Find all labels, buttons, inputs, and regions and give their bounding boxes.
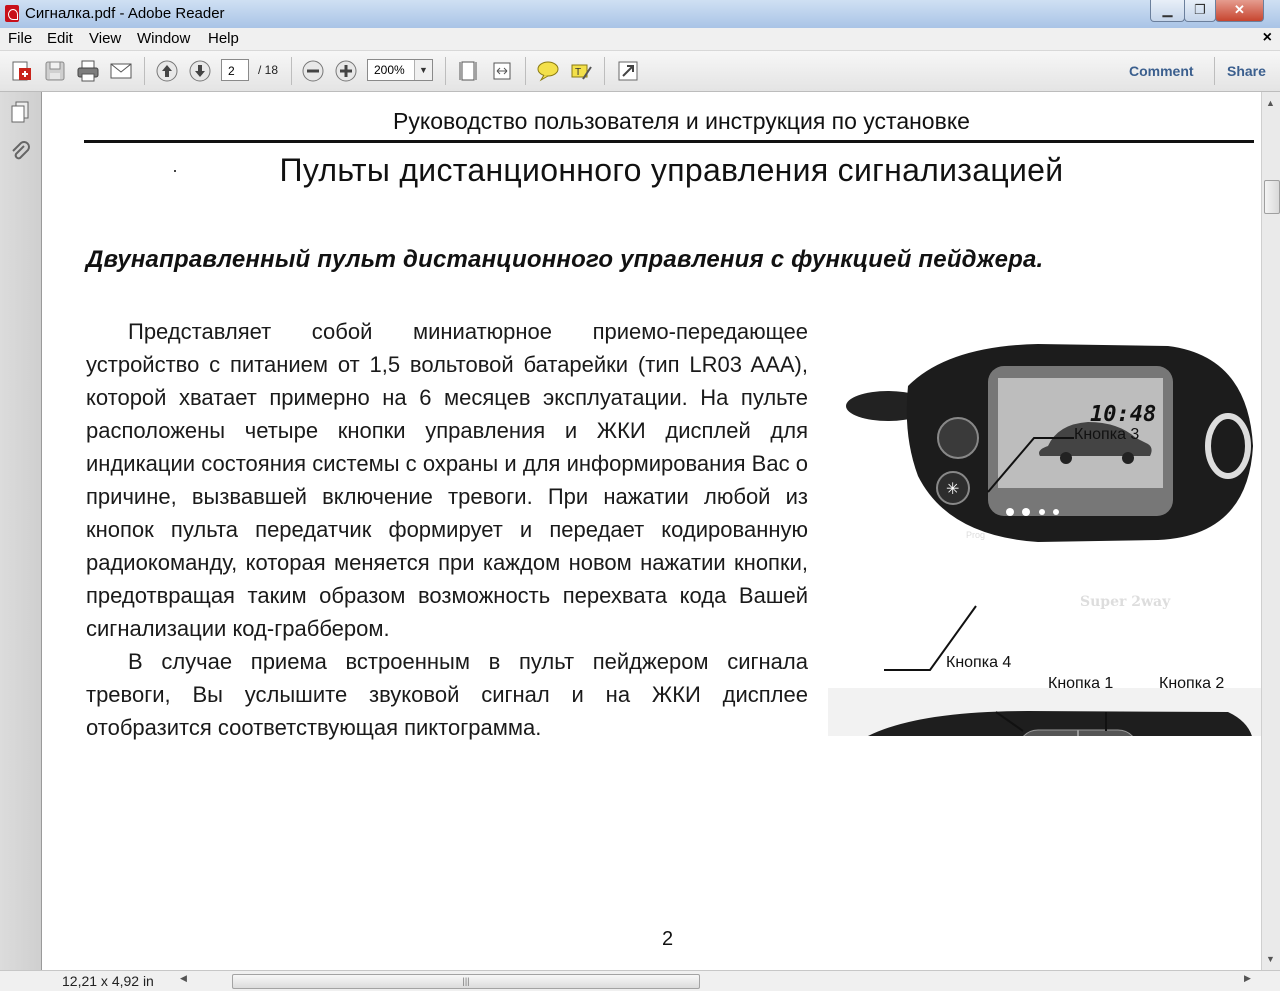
page-number: 2 — [662, 928, 674, 950]
toolbar-separator — [525, 57, 526, 85]
sticky-note-icon[interactable] — [536, 59, 560, 83]
menu-bar: File Edit View Window Help × — [0, 28, 1280, 51]
body-text: Представляет собой миниатюрное приемо-пе… — [86, 315, 808, 744]
create-pdf-icon[interactable] — [9, 59, 33, 83]
document-header: Руководство пользователя и инструкция по… — [393, 108, 970, 134]
svg-text:✳: ✳ — [946, 479, 959, 498]
zoom-select[interactable]: 200% ▼ — [367, 59, 433, 81]
prev-page-icon[interactable] — [155, 59, 179, 83]
close-document-button[interactable]: × — [1263, 29, 1272, 47]
save-icon[interactable] — [43, 59, 67, 83]
horizontal-scrollbar[interactable]: ◀ ||| ▶ — [176, 973, 1256, 989]
vertical-scrollbar[interactable]: ▲ ▼ — [1261, 92, 1280, 970]
scroll-thumb[interactable] — [1264, 180, 1280, 214]
callout-button-3: Кнопка 3 — [1074, 426, 1140, 443]
minimize-button[interactable]: ▁ — [1150, 0, 1185, 22]
toolbar-separator — [604, 57, 605, 85]
expand-icon[interactable] — [616, 59, 640, 83]
close-button[interactable]: ✕ — [1215, 0, 1264, 22]
window-title: Сигналка.pdf - Adobe Reader — [25, 5, 225, 22]
document-view[interactable]: Руководство пользователя и инструкция по… — [42, 92, 1261, 970]
highlight-icon[interactable]: T — [569, 59, 593, 83]
prog-label: Prog — [966, 530, 986, 540]
toolbar-separator — [1214, 57, 1215, 85]
remote-control-figure: ✳ Кнопка 3 Кнопка 4 Кнопка 1 Кнопка 2 10… — [828, 326, 1261, 810]
status-bar: 12,21 x 4,92 in ◀ ||| ▶ — [0, 970, 1280, 991]
callout-button-4: Кнопка 4 — [946, 654, 1012, 671]
callout-button-1: Кнопка 1 — [1048, 675, 1114, 692]
zoom-value: 200% — [374, 63, 405, 77]
scroll-right-icon[interactable]: ▶ — [1244, 973, 1251, 984]
scroll-left-icon[interactable]: ◀ — [180, 973, 187, 984]
section-heading: Двунаправленный пульт дистанционного упр… — [86, 246, 1044, 273]
scroll-down-icon[interactable]: ▼ — [1266, 954, 1275, 964]
chevron-down-icon[interactable]: ▼ — [414, 60, 432, 80]
maximize-button[interactable]: ❐ — [1184, 0, 1216, 22]
page-number-input[interactable]: 2 — [221, 59, 249, 81]
share-button[interactable]: Share — [1227, 63, 1266, 79]
brand-label: Super 2way — [1080, 594, 1171, 610]
toolbar: 2 / 18 200% ▼ T Comment Share — [0, 51, 1280, 92]
attachments-icon[interactable] — [8, 140, 32, 164]
paragraph: Представляет собой миниатюрное приемо-пе… — [86, 319, 808, 641]
lcd-time: 10:48 — [1090, 402, 1157, 427]
toolbar-separator — [291, 57, 292, 85]
document-title: Пульты дистанционного управления сигнали… — [279, 152, 1064, 188]
menu-edit[interactable]: Edit — [47, 30, 73, 47]
horizontal-scroll-thumb[interactable]: ||| — [232, 974, 700, 989]
comment-button[interactable]: Comment — [1129, 63, 1194, 79]
menu-help[interactable]: Help — [208, 30, 239, 47]
toolbar-separator — [144, 57, 145, 85]
paragraph: В случае приема встроенным в пульт пейдж… — [86, 649, 808, 740]
zoom-out-icon[interactable] — [301, 59, 325, 83]
svg-text:T: T — [575, 67, 581, 78]
print-icon[interactable] — [76, 59, 100, 83]
callout-button-2: Кнопка 2 — [1159, 675, 1225, 692]
pages-icon[interactable] — [8, 100, 32, 124]
header-rule — [84, 140, 1254, 143]
zoom-in-icon[interactable] — [334, 59, 358, 83]
menu-window[interactable]: Window — [137, 30, 190, 47]
page-total: / 18 — [258, 63, 279, 77]
fit-page-icon[interactable] — [456, 59, 480, 83]
email-icon[interactable] — [109, 59, 133, 83]
menu-view[interactable]: View — [89, 30, 121, 47]
page-dimensions: 12,21 x 4,92 in — [62, 973, 154, 989]
next-page-icon[interactable] — [188, 59, 212, 83]
toolbar-separator — [445, 57, 446, 85]
scroll-up-icon[interactable]: ▲ — [1266, 98, 1275, 108]
acrobat-icon — [5, 5, 19, 22]
fit-width-icon[interactable] — [490, 59, 514, 83]
menu-file[interactable]: File — [8, 30, 32, 47]
navigation-pane — [0, 92, 42, 970]
title-bar: Сигналка.pdf - Adobe Reader ▁ ❐ ✕ — [0, 0, 1280, 28]
